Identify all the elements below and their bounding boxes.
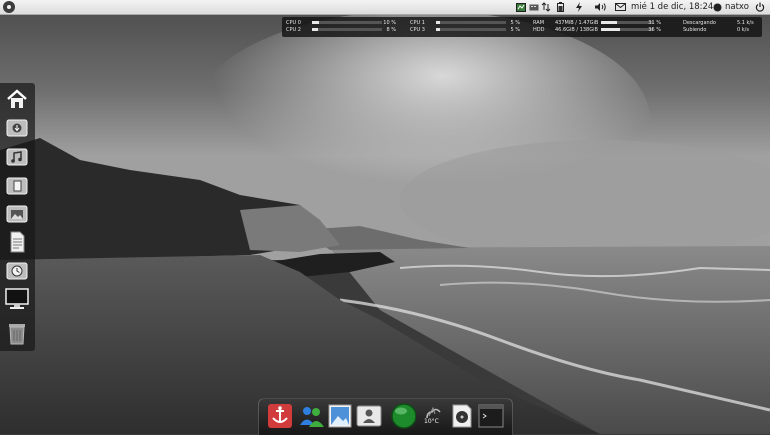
cpu3-value: 5 % bbox=[510, 27, 520, 33]
image-viewer-icon[interactable] bbox=[327, 403, 353, 429]
cpu2-bar bbox=[312, 28, 382, 31]
system-monitor-widget: CPU 0 10 % CPU 2 8 % CPU 1 5 % CPU 3 5 %… bbox=[282, 17, 762, 37]
download-label: Descargando bbox=[683, 20, 716, 26]
green-orb-icon[interactable] bbox=[390, 403, 416, 429]
upload-label: Subiendo bbox=[683, 27, 707, 33]
hdd-label: HDD bbox=[533, 27, 545, 33]
desktop-wallpaper bbox=[0, 0, 770, 434]
ram-label: RAM bbox=[533, 20, 545, 26]
cpu1-row: CPU 1 5 % bbox=[410, 20, 520, 26]
trash-icon[interactable] bbox=[4, 321, 30, 345]
battery-icon[interactable] bbox=[556, 1, 565, 13]
cpu3-bar bbox=[436, 28, 506, 31]
bluetooth-power-icon[interactable] bbox=[574, 1, 583, 13]
keyboard-tray-icon[interactable] bbox=[528, 1, 539, 13]
disk-utility-icon[interactable] bbox=[449, 403, 475, 429]
cpu2-value: 8 % bbox=[386, 27, 396, 33]
cpu3-row: CPU 3 5 % bbox=[410, 27, 520, 33]
left-launcher-panel bbox=[0, 83, 35, 351]
music-folder-icon[interactable] bbox=[4, 144, 30, 168]
anchor-app-icon[interactable] bbox=[267, 403, 293, 429]
hdd-row: HDD 46.6GiB / 138GiB 36 % bbox=[533, 27, 661, 33]
cpu0-bar bbox=[312, 21, 382, 24]
cpu1-value: 5 % bbox=[510, 20, 520, 26]
network-arrows-icon[interactable] bbox=[540, 1, 551, 13]
text-file-icon[interactable] bbox=[4, 230, 30, 254]
cpu1-bar bbox=[436, 21, 506, 24]
hdd-percent: 36 % bbox=[648, 27, 661, 33]
download-row: Descargando 5.1 k/s bbox=[683, 20, 754, 26]
pictures-folder-icon[interactable] bbox=[4, 201, 30, 225]
weather-temperature: 10°C bbox=[424, 418, 439, 425]
cpu1-label: CPU 1 bbox=[410, 20, 425, 26]
monitor-icon[interactable] bbox=[4, 287, 30, 311]
power-icon[interactable] bbox=[754, 1, 766, 13]
home-icon[interactable] bbox=[4, 87, 30, 111]
cpu0-label: CPU 0 bbox=[286, 20, 301, 26]
cpu0-value: 10 % bbox=[383, 20, 396, 26]
weather-icon[interactable] bbox=[420, 403, 446, 429]
top-panel: mié 1 de dic, 18:24 natxo bbox=[0, 0, 770, 15]
ram-usage: 437MiB / 1.47GiB bbox=[555, 20, 599, 26]
download-folder-icon[interactable] bbox=[4, 115, 30, 139]
ram-row: RAM 437MiB / 1.47GiB 31 % bbox=[533, 20, 661, 26]
ram-percent: 31 % bbox=[648, 20, 661, 26]
mail-icon[interactable] bbox=[614, 1, 626, 13]
cpu3-label: CPU 3 bbox=[410, 27, 425, 33]
bottom-dock: 10°C bbox=[258, 398, 513, 435]
clock-folder-icon[interactable] bbox=[4, 258, 30, 282]
contacts-app-icon[interactable] bbox=[298, 403, 324, 429]
user-status-icon[interactable] bbox=[712, 1, 723, 13]
hdd-usage: 46.6GiB / 138GiB bbox=[555, 27, 598, 33]
system-monitor-tray-icon[interactable] bbox=[515, 1, 526, 13]
upload-row: Subiendo 0 k/s bbox=[683, 27, 749, 33]
username-label[interactable]: natxo bbox=[725, 1, 749, 13]
menu-logo-icon[interactable] bbox=[3, 1, 15, 13]
address-book-icon[interactable] bbox=[356, 403, 382, 429]
clock-label[interactable]: mié 1 de dic, 18:24 bbox=[631, 1, 713, 13]
volume-icon[interactable] bbox=[593, 1, 607, 13]
documents-folder-icon[interactable] bbox=[4, 173, 30, 197]
download-value: 5.1 k/s bbox=[737, 20, 754, 26]
cpu2-label: CPU 2 bbox=[286, 27, 301, 33]
cpu2-row: CPU 2 8 % bbox=[286, 27, 396, 33]
cpu0-row: CPU 0 10 % bbox=[286, 20, 396, 26]
upload-value: 0 k/s bbox=[737, 27, 749, 33]
terminal-icon[interactable] bbox=[478, 403, 504, 429]
